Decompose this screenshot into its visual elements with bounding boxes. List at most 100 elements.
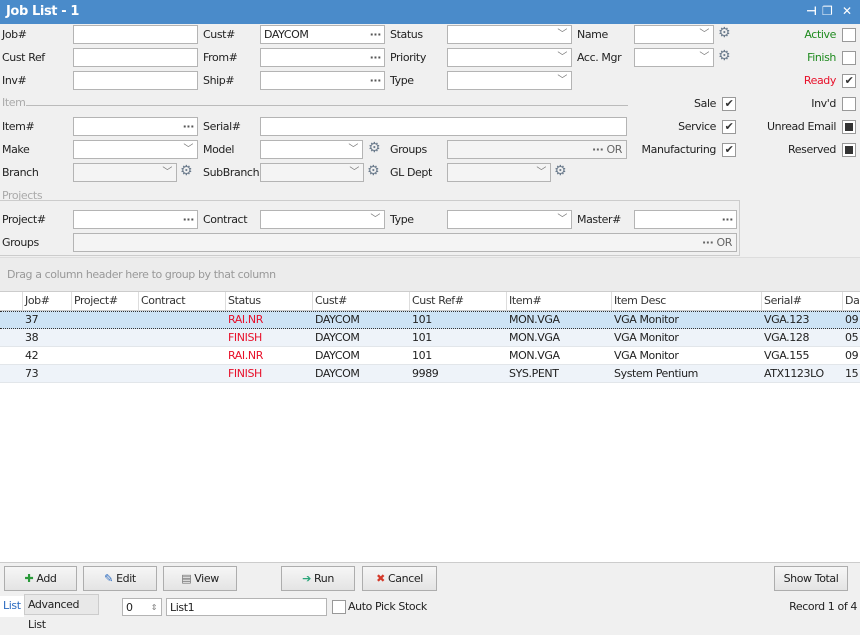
column-header[interactable]: Job# bbox=[23, 292, 72, 311]
branch-select[interactable]: ﹀ bbox=[73, 163, 177, 182]
groups-input[interactable]: ··· OR bbox=[447, 140, 627, 159]
type-select[interactable]: ﹀ bbox=[447, 71, 572, 90]
ellipsis-icon[interactable]: ··· bbox=[183, 118, 195, 135]
table-cell: VGA Monitor bbox=[614, 331, 679, 344]
ship-input[interactable]: ··· bbox=[260, 71, 385, 90]
project-groups-input[interactable]: ··· OR bbox=[73, 233, 737, 252]
column-header[interactable]: Item# bbox=[507, 292, 612, 311]
cancel-button[interactable]: ✖ Cancel bbox=[362, 566, 437, 591]
run-label: Run bbox=[314, 572, 334, 585]
column-header[interactable]: Cust# bbox=[313, 292, 410, 311]
from-input[interactable]: ··· bbox=[260, 48, 385, 67]
make-select[interactable]: ﹀ bbox=[73, 140, 198, 159]
cust-ref-input[interactable] bbox=[73, 48, 198, 67]
project-type-select[interactable]: ﹀ bbox=[447, 210, 572, 229]
name-select[interactable]: ﹀ bbox=[634, 25, 714, 44]
gl-dept-select[interactable]: ﹀ bbox=[447, 163, 551, 182]
ellipsis-icon[interactable]: ··· bbox=[183, 211, 195, 228]
table-cell: MON.VGA bbox=[509, 313, 560, 326]
groups-or[interactable]: ··· OR bbox=[592, 141, 622, 158]
add-button[interactable]: ✚ Add bbox=[4, 566, 77, 591]
column-header[interactable]: Serial# bbox=[762, 292, 843, 311]
gear-icon[interactable]: ⚙ bbox=[718, 24, 731, 43]
chevron-down-icon: ﹀ bbox=[162, 167, 172, 178]
service-checkbox[interactable]: ✔ bbox=[722, 120, 736, 134]
inv-input[interactable] bbox=[73, 71, 198, 90]
service-label: Service bbox=[678, 120, 716, 133]
cancel-icon: ✖ bbox=[376, 572, 385, 585]
branch-label: Branch bbox=[2, 166, 39, 179]
column-header[interactable]: Project# bbox=[72, 292, 139, 311]
project-groups-or[interactable]: ··· OR bbox=[702, 234, 732, 251]
invd-checkbox[interactable] bbox=[842, 97, 856, 111]
model-select[interactable]: ﹀ bbox=[260, 140, 363, 159]
finish-checkbox[interactable] bbox=[842, 51, 856, 65]
show-total-button[interactable]: Show Total bbox=[774, 566, 848, 591]
chevron-down-icon: ﹀ bbox=[699, 29, 709, 40]
priority-select[interactable]: ﹀ bbox=[447, 48, 572, 67]
project-input[interactable]: ··· bbox=[73, 210, 198, 229]
contract-select[interactable]: ﹀ bbox=[260, 210, 385, 229]
sale-checkbox[interactable]: ✔ bbox=[722, 97, 736, 111]
group-panel[interactable]: Drag a column header here to group by th… bbox=[0, 257, 860, 291]
table-cell: System Pentium bbox=[614, 367, 698, 380]
serial-input[interactable] bbox=[260, 117, 627, 136]
close-icon[interactable]: ✕ bbox=[842, 4, 852, 18]
column-header[interactable]: Cust Ref# bbox=[410, 292, 507, 311]
name-label: Name bbox=[577, 28, 608, 41]
invd-label: Inv'd bbox=[811, 97, 836, 110]
gear-icon[interactable]: ⚙ bbox=[718, 47, 731, 66]
edit-button[interactable]: ✎ Edit bbox=[83, 566, 157, 591]
table-cell: RAI.NR bbox=[228, 349, 263, 362]
spinner-arrows-icon[interactable]: ⇕ bbox=[151, 599, 158, 615]
table-cell: RAI.NR bbox=[228, 313, 263, 326]
auto-pick-checkbox[interactable] bbox=[332, 600, 346, 614]
item-separator bbox=[26, 105, 628, 106]
ellipsis-icon[interactable]: ··· bbox=[722, 211, 734, 228]
gear-icon[interactable]: ⚙ bbox=[368, 139, 381, 158]
type-label: Type bbox=[390, 74, 414, 87]
divider bbox=[0, 562, 860, 563]
ellipsis-icon[interactable]: ··· bbox=[370, 72, 382, 89]
tab-advanced-list[interactable]: Advanced List bbox=[24, 594, 99, 631]
ready-checkbox[interactable]: ✔ bbox=[842, 74, 856, 88]
ellipsis-icon[interactable]: ··· bbox=[370, 49, 382, 66]
window-title: Job List - 1 bbox=[0, 0, 860, 24]
column-header[interactable]: Da bbox=[843, 292, 860, 311]
table-cell: 09 bbox=[845, 313, 859, 326]
status-select[interactable]: ﹀ bbox=[447, 25, 572, 44]
cust-input[interactable]: DAYCOM ··· bbox=[260, 25, 385, 44]
item-input[interactable]: ··· bbox=[73, 117, 198, 136]
table-cell: VGA.123 bbox=[764, 313, 810, 326]
subbranch-select[interactable]: ﹀ bbox=[260, 163, 364, 182]
list-name-input[interactable]: List1 bbox=[166, 598, 327, 616]
table-cell: VGA Monitor bbox=[614, 349, 679, 362]
master-input[interactable]: ··· bbox=[634, 210, 737, 229]
acc-mgr-select[interactable]: ﹀ bbox=[634, 48, 714, 67]
job-input[interactable] bbox=[73, 25, 198, 44]
active-checkbox[interactable] bbox=[842, 28, 856, 42]
job-grid: Job# Project# Contract Status Cust# Cust Ref#… bbox=[0, 291, 860, 562]
reserved-checkbox[interactable] bbox=[842, 143, 856, 157]
column-header[interactable]: Item Desc bbox=[612, 292, 762, 311]
gear-icon[interactable]: ⚙ bbox=[180, 162, 193, 181]
chevron-down-icon: ﹀ bbox=[557, 52, 567, 63]
view-button[interactable]: ▤ View bbox=[163, 566, 237, 591]
tab-list[interactable]: List bbox=[0, 596, 24, 617]
view-label: View bbox=[194, 572, 219, 585]
ellipsis-icon[interactable]: ··· bbox=[370, 26, 382, 43]
finish-label: Finish bbox=[807, 51, 836, 64]
reserved-label: Reserved bbox=[788, 143, 836, 156]
restore-icon[interactable]: ❐ bbox=[822, 4, 833, 18]
column-header[interactable]: Status bbox=[226, 292, 313, 311]
list-spinner[interactable]: 0 ⇕ bbox=[122, 598, 162, 616]
table-cell: 9989 bbox=[412, 367, 439, 380]
pin-icon[interactable]: ⊣ bbox=[806, 4, 817, 18]
manufacturing-checkbox[interactable]: ✔ bbox=[722, 143, 736, 157]
column-header[interactable]: Contract bbox=[139, 292, 226, 311]
gear-icon[interactable]: ⚙ bbox=[367, 162, 380, 181]
unread-email-checkbox[interactable] bbox=[842, 120, 856, 134]
gear-icon[interactable]: ⚙ bbox=[554, 162, 567, 181]
table-cell: DAYCOM bbox=[315, 349, 360, 362]
run-button[interactable]: ➔ Run bbox=[281, 566, 355, 591]
